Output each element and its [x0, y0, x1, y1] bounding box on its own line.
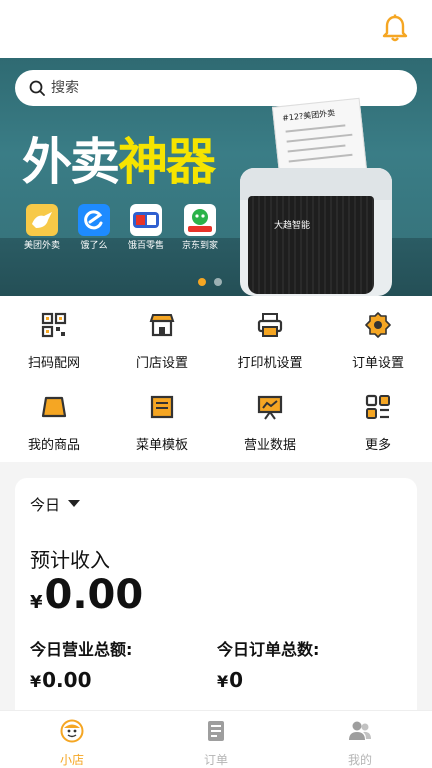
- total-sales-label: 今日营业总额:: [30, 640, 133, 659]
- orders-icon: [208, 721, 224, 741]
- jd-daojia-logo-icon: [184, 204, 216, 236]
- tab-orders[interactable]: 订单: [176, 719, 256, 768]
- more-grid-icon: [365, 394, 390, 419]
- gear-icon: [365, 312, 391, 338]
- menu-item-label: 更多: [364, 438, 391, 453]
- headline-yellow: 神器: [118, 133, 216, 191]
- menu-item-business-data[interactable]: 营业数据: [216, 394, 324, 453]
- tab-shop[interactable]: 小店: [32, 719, 112, 768]
- platform-name: 饿百零售: [127, 241, 164, 251]
- receipt-title: #12?美团外卖: [281, 108, 336, 123]
- promo-banner[interactable]: 外卖神器 美团外卖 饿了么 饿百零售 京东到家 #12?美团外卖: [0, 58, 432, 296]
- tab-label: 小店: [59, 753, 84, 767]
- platform-ebai: 饿百零售: [118, 204, 174, 251]
- goods-icon: [41, 396, 67, 418]
- period-selector[interactable]: 今日: [30, 494, 60, 515]
- menu-item-label: 菜单模板: [135, 438, 188, 453]
- menu-item-label: 营业数据: [243, 438, 296, 453]
- printer-image: 大趋智能: [240, 168, 392, 296]
- carousel-dot-active[interactable]: [198, 278, 206, 286]
- headline-white: 外卖: [22, 133, 120, 191]
- platform-jd: 京东到家: [172, 204, 228, 251]
- menu-item-my-goods[interactable]: 我的商品: [0, 394, 108, 453]
- store-icon: [149, 314, 175, 337]
- currency-symbol: ¥: [217, 672, 229, 691]
- chevron-down-icon[interactable]: [68, 500, 80, 507]
- top-bar: [0, 0, 432, 58]
- menu-item-label: 打印机设置: [237, 356, 303, 371]
- menu-item-label: 门店设置: [135, 356, 188, 371]
- total-orders-amount: 0: [229, 668, 244, 692]
- shop-mascot-icon: [60, 719, 84, 743]
- user-icon: [349, 721, 371, 740]
- estimated-income-label: 预计收入: [30, 548, 110, 572]
- tab-label: 我的: [347, 753, 372, 767]
- estimated-income-amount: 0.00: [44, 572, 144, 618]
- currency-symbol: ¥: [30, 672, 42, 691]
- total-sales-amount: 0.00: [42, 668, 92, 692]
- menu-item-label: 订单设置: [351, 356, 404, 371]
- bell-icon[interactable]: [382, 14, 408, 42]
- platform-meituan: 美团外卖: [14, 204, 70, 251]
- total-orders-label: 今日订单总数:: [217, 640, 320, 659]
- menu-item-more[interactable]: 更多: [324, 394, 432, 453]
- menu-template-icon: [150, 395, 174, 419]
- total-orders-value: ¥0: [217, 668, 243, 692]
- search-icon: [29, 80, 45, 96]
- menu-item-menu-template[interactable]: 菜单模板: [108, 394, 216, 453]
- bottom-tab-bar: 小店 订单 我的: [0, 710, 432, 768]
- chart-board-icon: [257, 395, 283, 420]
- qr-scan-icon: [41, 312, 67, 338]
- tab-label: 订单: [203, 753, 228, 767]
- function-menu: 扫码配网 门店设置 打印机设置 订单设置 我的商品 菜单模板 营业数据 更多: [0, 296, 432, 462]
- search-input[interactable]: [51, 76, 391, 100]
- platform-eleme: 饿了么: [66, 204, 122, 251]
- eleme-logo-icon: [78, 204, 110, 236]
- menu-item-label: 扫码配网: [27, 356, 80, 371]
- estimated-income-value: ¥0.00: [30, 572, 143, 618]
- meituan-logo-icon: [26, 204, 58, 236]
- menu-item-scan-network[interactable]: 扫码配网: [0, 312, 108, 371]
- banner-headline: 外卖神器: [22, 133, 216, 191]
- menu-item-order-settings[interactable]: 订单设置: [324, 312, 432, 371]
- total-sales-value: ¥0.00: [30, 668, 92, 692]
- currency-symbol: ¥: [30, 592, 43, 613]
- menu-item-label: 我的商品: [27, 438, 80, 453]
- ebai-logo-icon: [130, 204, 162, 236]
- platform-name: 饿了么: [80, 241, 108, 251]
- menu-item-printer-settings[interactable]: 打印机设置: [216, 312, 324, 371]
- carousel-dot[interactable]: [214, 278, 222, 286]
- stats-card: 今日 预计收入 ¥0.00 今日营业总额: 今日订单总数: ¥0.00 ¥0: [15, 478, 417, 738]
- platform-name: 京东到家: [181, 241, 218, 251]
- platform-name: 美团外卖: [23, 241, 60, 251]
- tab-mine[interactable]: 我的: [320, 719, 400, 768]
- printer-icon: [257, 313, 283, 337]
- printer-brand: 大趋智能: [274, 221, 311, 231]
- menu-item-store-settings[interactable]: 门店设置: [108, 312, 216, 371]
